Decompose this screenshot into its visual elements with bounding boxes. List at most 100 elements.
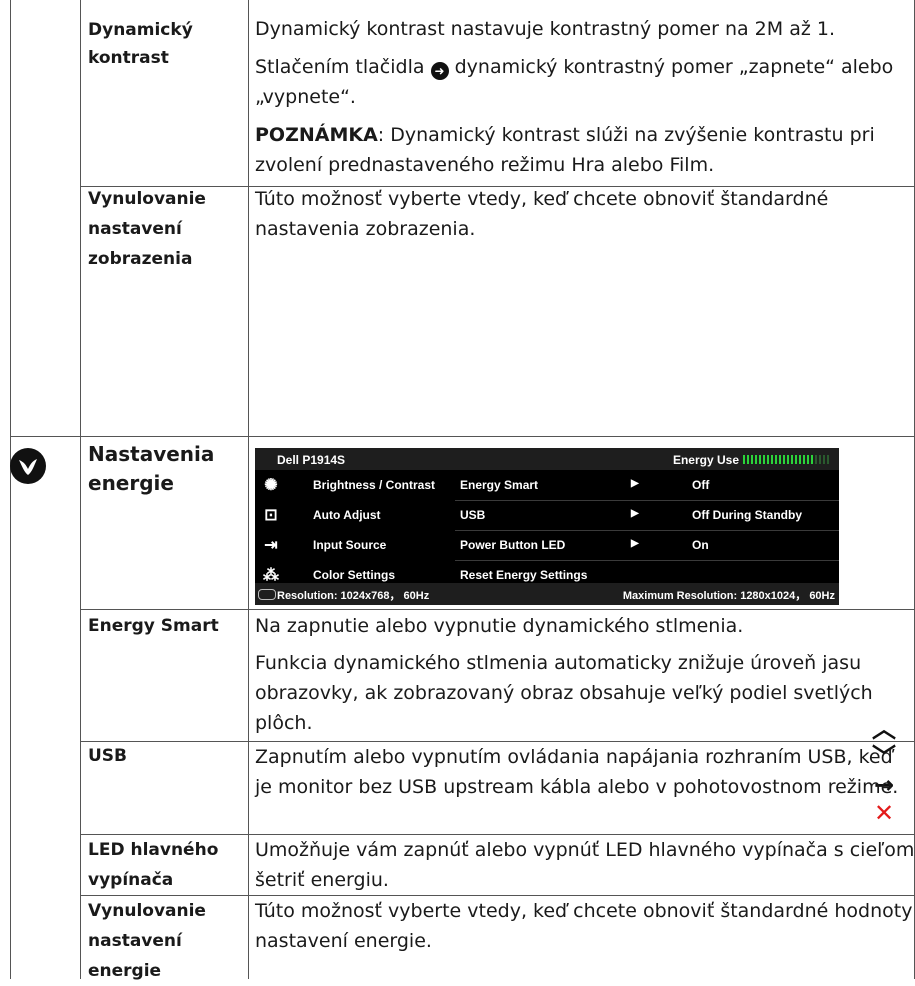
osd-energy-label: Energy Use: [672, 453, 739, 467]
meter-bar: [755, 455, 757, 464]
meter-bar: [799, 455, 801, 464]
meter-bar: [751, 455, 753, 464]
desc-paragraph: Umožňuje vám zapnúť alebo vypnúť LED hla…: [255, 839, 915, 891]
term-energy-settings: Nastavenia energie: [88, 440, 246, 498]
term-line: Energy Smart: [88, 616, 219, 636]
term-dynamic-contrast: Dynamický kontrast: [88, 16, 246, 72]
osd-menu-label: Brightness / Contrast: [313, 478, 436, 492]
triangle-right-icon: ▶: [631, 508, 639, 519]
triangle-right-icon: ▶: [631, 478, 639, 489]
meter-bar: [795, 455, 797, 464]
desc-energy-smart: Na zapnutie alebo vypnutie dynamického s…: [255, 611, 915, 738]
desc-paragraph: Túto možnosť vyberte vtedy, keď chcete o…: [255, 188, 829, 240]
osd-model: Dell P1914S: [277, 453, 346, 467]
term-line: nastavení: [88, 931, 182, 951]
osd-submenu-name: Power Button LED: [460, 538, 566, 552]
term-line: Nastavenia: [88, 442, 215, 466]
osd-submenu-name: Energy Smart: [460, 478, 539, 492]
term-line: Vynulovanie: [88, 901, 206, 921]
term-line: energie: [88, 961, 162, 981]
term-energy-smart: Energy Smart: [88, 612, 246, 640]
meter-bar: [743, 455, 745, 464]
term-usb: USB: [88, 742, 246, 770]
osd-submenu-name: Reset Energy Settings: [460, 568, 588, 582]
osd-screenshot: Dell P1914S Energy Use ✺ Brightness / Con…: [255, 448, 839, 605]
osd-menu-item[interactable]: ⊡ Auto Adjust: [255, 500, 455, 530]
osd-footer: Resolution: 1024x768， 60Hz Maximum Resol…: [255, 583, 839, 605]
meter-bar: [771, 455, 773, 464]
osd-submenu-row[interactable]: Power Button LED ▶ On: [455, 530, 839, 561]
desc-usb: Zapnutím alebo vypnutím ovládania napája…: [255, 742, 915, 802]
osd-submenu-row[interactable]: USB ▶ Off During Standby: [455, 500, 839, 531]
term-line: USB: [88, 746, 128, 766]
term-line: vypínača: [88, 870, 174, 890]
close-x-icon[interactable]: ✕: [870, 799, 898, 827]
meter-bar: [787, 455, 789, 464]
term-line: nastavení: [88, 219, 182, 239]
connector-icon: [258, 589, 276, 600]
meter-bar: [783, 455, 785, 464]
osd-submenu-name: USB: [460, 508, 486, 522]
desc-power-led: Umožňuje vám zapnúť alebo vypnúť LED hla…: [255, 835, 915, 895]
meter-bar: [791, 455, 793, 464]
meter-bar: [767, 455, 769, 464]
osd-submenu-row[interactable]: Energy Smart ▶ Off: [455, 470, 839, 501]
desc-note: POZNÁMKA: Dynamický kontrast slúži na zv…: [255, 120, 915, 180]
desc-reset-energy: Túto možnosť vyberte vtedy, keď chcete o…: [255, 896, 915, 956]
desc-dynamic-contrast: Dynamický kontrast nastavuje kontrastný …: [255, 14, 915, 180]
meter-bar: [747, 455, 749, 464]
auto-adjust-icon: ⊡: [264, 507, 278, 524]
osd-max-resolution: Maximum Resolution: 1280x1024， 60Hz: [622, 590, 835, 602]
desc-paragraph: Na zapnutie alebo vypnutie dynamického s…: [255, 615, 744, 637]
term-line: energie: [88, 471, 174, 495]
term-reset-energy: Vynulovanie nastavení energie: [88, 896, 246, 986]
meter-bar: [819, 455, 821, 464]
osd-header: Dell P1914S Energy Use: [255, 448, 839, 470]
term-line: Vynulovanie: [88, 189, 206, 209]
desc-paragraph: Zapnutím alebo vypnutím ovládania napája…: [255, 746, 899, 798]
document-page: Dynamický kontrast Dynamický kontrast na…: [0, 0, 915, 981]
desc-paragraph: Funkcia dynamického stlmenia automaticky…: [255, 652, 873, 734]
input-source-icon: ⇥: [264, 537, 278, 554]
meter-bar: [803, 455, 805, 464]
osd-submenu-value: On: [692, 538, 709, 552]
desc-paragraph: Túto možnosť vyberte vtedy, keď chcete o…: [255, 900, 913, 952]
osd-menu-label: Color Settings: [313, 568, 396, 582]
term-reset-display: Vynulovanie nastavení zobrazenia: [88, 184, 246, 274]
meter-bar: [823, 455, 825, 464]
table-border-col2: [248, 0, 249, 979]
desc-text: Stlačením tlačidla: [255, 56, 431, 78]
row-divider: [10, 436, 915, 437]
meter-bar: [779, 455, 781, 464]
table-border-left: [10, 0, 11, 979]
energy-meter: [743, 455, 833, 464]
desc-reset-display: Túto možnosť vyberte vtedy, keď chcete o…: [255, 184, 915, 244]
term-line: kontrast: [88, 48, 169, 68]
meter-bar: [763, 455, 765, 464]
desc-paragraph: Dynamický kontrast nastavuje kontrastný …: [255, 18, 835, 40]
meter-bar: [807, 455, 809, 464]
triangle-right-icon: ▶: [631, 538, 639, 549]
osd-menu-label: Auto Adjust: [313, 508, 381, 522]
osd-menu-item[interactable]: ✺ Brightness / Contrast: [255, 470, 455, 500]
term-line: Dynamický: [88, 20, 193, 40]
leaf-icon: [10, 448, 46, 484]
meter-bar: [775, 455, 777, 464]
term-line: LED hlavného: [88, 840, 219, 860]
circle-arrow-icon: ➜: [430, 62, 449, 80]
row-divider: [80, 609, 915, 610]
osd-submenu-value: Off During Standby: [692, 508, 802, 522]
meter-bar: [827, 455, 829, 464]
osd-menu-item[interactable]: ⇥ Input Source: [255, 530, 455, 560]
color-dots-icon: ⁂: [263, 567, 279, 584]
osd-resolution: Resolution: 1024x768， 60Hz: [277, 590, 430, 602]
sun-icon: ✺: [264, 477, 278, 494]
table-border-col1: [80, 0, 81, 979]
desc-paragraph: Stlačením tlačidla ➜ dynamický kontrastn…: [255, 52, 915, 112]
meter-bar: [759, 455, 761, 464]
term-line: zobrazenia: [88, 249, 193, 269]
meter-bar: [811, 455, 813, 464]
osd-submenu-value: Off: [692, 478, 710, 492]
osd-menu-label: Input Source: [313, 538, 387, 552]
note-label: POZNÁMKA: [255, 124, 378, 146]
